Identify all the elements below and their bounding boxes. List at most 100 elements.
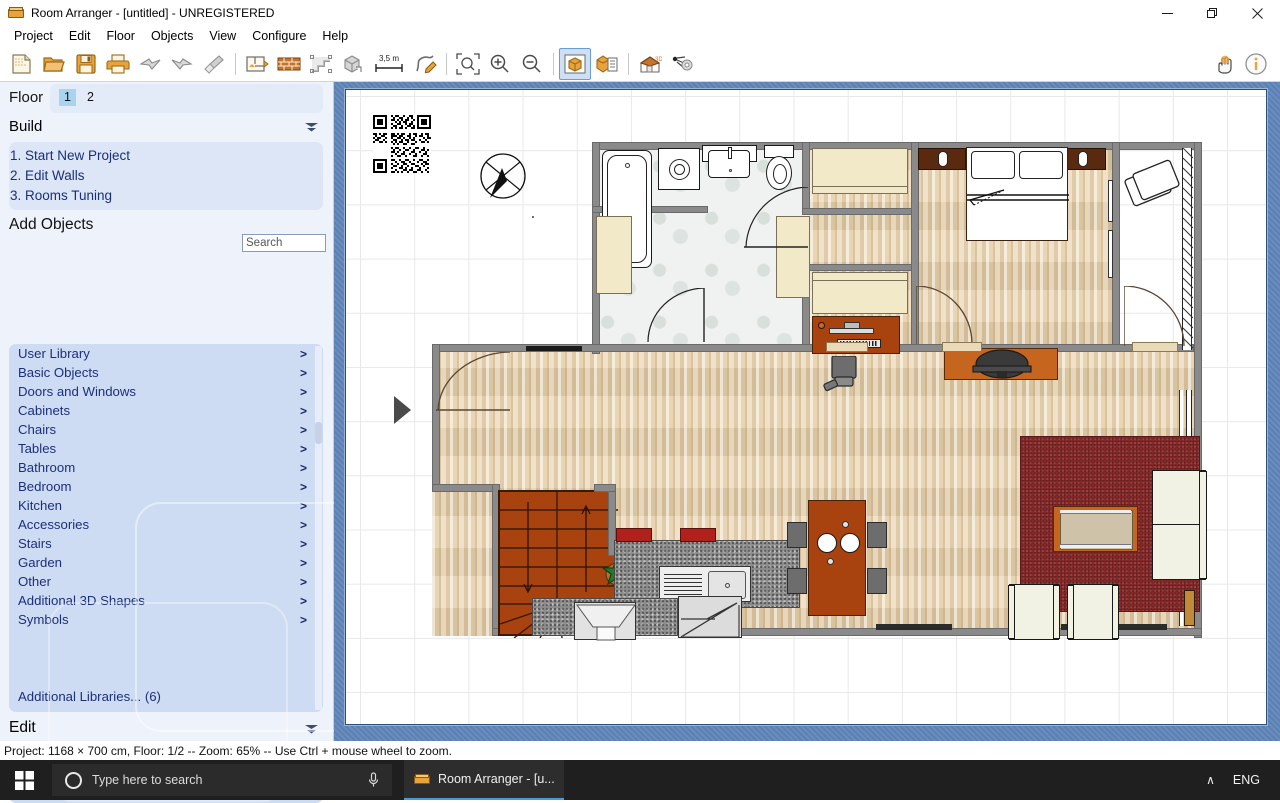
floorplan-canvas[interactable]	[345, 89, 1267, 725]
maximize-restore-button[interactable]	[1190, 0, 1235, 26]
menu-edit[interactable]: Edit	[61, 27, 99, 45]
print-icon[interactable]	[102, 48, 134, 80]
library-item-kitchen[interactable]: Kitchen >	[9, 496, 323, 515]
render-icon[interactable]	[666, 48, 698, 80]
additional-libraries-link[interactable]: Additional Libraries... (6)	[18, 689, 161, 704]
armchair-2[interactable]	[1067, 584, 1119, 640]
library-item-bedroom[interactable]: Bedroom >	[9, 477, 323, 496]
zoom-out-icon[interactable]	[516, 48, 548, 80]
menu-help[interactable]: Help	[314, 27, 356, 45]
wall-brick-icon[interactable]	[273, 48, 305, 80]
library-item-additional-3d-shapes[interactable]: Additional 3D Shapes >	[9, 591, 323, 610]
corner-shelf[interactable]	[1184, 590, 1195, 626]
library-item-bathroom[interactable]: Bathroom >	[9, 458, 323, 477]
library-item-garden[interactable]: Garden >	[9, 553, 323, 572]
new-project-icon[interactable]	[6, 48, 38, 80]
threshold-bedroom[interactable]	[942, 342, 982, 352]
build-link-edit-walls[interactable]: 2. Edit Walls	[10, 168, 85, 183]
floor-tab-1[interactable]: 1	[59, 89, 76, 106]
menu-configure[interactable]: Configure	[244, 27, 314, 45]
minimize-button[interactable]	[1145, 0, 1190, 26]
sofa-right[interactable]	[1152, 470, 1207, 580]
threshold-hall[interactable]	[826, 342, 868, 352]
object-3d-icon[interactable]	[337, 48, 369, 80]
wall-corridor-mid[interactable]	[802, 264, 918, 271]
nightstand-left[interactable]	[918, 148, 966, 170]
menu-project[interactable]: Project	[6, 27, 61, 45]
search-input[interactable]	[242, 234, 326, 252]
balcony-chairs[interactable]	[1124, 158, 1186, 212]
wall-left-step[interactable]	[432, 484, 498, 492]
dining-chair-2[interactable]	[787, 568, 807, 594]
windows-start-icon[interactable]	[0, 760, 48, 800]
tray-language-indicator[interactable]: ENG	[1233, 773, 1260, 787]
tray-expand-chevron-icon[interactable]: ∧	[1206, 773, 1215, 787]
office-chair[interactable]	[822, 356, 866, 398]
library-scrollbar-thumb[interactable]	[315, 422, 322, 444]
chevron-down-icon[interactable]	[305, 123, 318, 132]
window-bedroom-1[interactable]	[1108, 180, 1113, 222]
open-folder-icon[interactable]	[38, 48, 70, 80]
library-item-doors-and-windows[interactable]: Doors and Windows >	[9, 382, 323, 401]
tv-sideboard[interactable]	[944, 348, 1058, 380]
threshold-balcony[interactable]	[1132, 342, 1178, 352]
hall-wardrobe-bottom[interactable]	[812, 272, 908, 314]
wall-stair-top[interactable]	[594, 484, 616, 492]
view-list-icon[interactable]	[591, 48, 623, 80]
window-bedroom-2[interactable]	[1108, 230, 1113, 278]
library-item-stairs[interactable]: Stairs >	[9, 534, 323, 553]
washbasin[interactable]	[708, 147, 750, 178]
door-swing-balcony[interactable]	[1124, 286, 1186, 348]
dining-chair-1[interactable]	[787, 522, 807, 548]
view-3d-box-icon[interactable]	[559, 47, 591, 80]
library-item-chairs[interactable]: Chairs >	[9, 420, 323, 439]
pencil-draw-icon[interactable]	[409, 48, 441, 80]
taskbar-search-box[interactable]: Type here to search	[52, 764, 392, 796]
menu-floor[interactable]: Floor	[98, 27, 142, 45]
zoom-in-icon[interactable]	[484, 48, 516, 80]
taskbar-item-room-arranger[interactable]: Room Arranger - [u...	[404, 760, 564, 800]
build-link-rooms-tuning[interactable]: 3. Rooms Tuning	[10, 188, 112, 203]
house-3d-icon[interactable]: 3D	[634, 48, 666, 80]
info-icon[interactable]	[1240, 48, 1272, 80]
wall-corridor-top[interactable]	[802, 208, 918, 215]
hall-wardrobe-top[interactable]	[812, 148, 908, 194]
library-item-other[interactable]: Other >	[9, 572, 323, 591]
library-item-cabinets[interactable]: Cabinets >	[9, 401, 323, 420]
menu-view[interactable]: View	[201, 27, 244, 45]
redo-icon[interactable]	[166, 48, 198, 80]
wall-bedroom-right[interactable]	[1112, 142, 1120, 350]
chevron-down-icon[interactable]	[305, 725, 318, 734]
build-section-header[interactable]: Build	[0, 115, 334, 141]
library-item-tables[interactable]: Tables >	[9, 439, 323, 458]
menu-objects[interactable]: Objects	[143, 27, 201, 45]
dining-table[interactable]	[808, 500, 866, 616]
edit-section-header[interactable]: Edit	[0, 718, 334, 742]
hand-pan-icon[interactable]	[1208, 48, 1240, 80]
radiator-bottom-1[interactable]	[876, 624, 952, 630]
bathroom-cabinet-left[interactable]	[596, 216, 632, 294]
door-swing-bedroom[interactable]	[916, 286, 974, 346]
toilet-bowl[interactable]	[766, 156, 792, 190]
undo-icon[interactable]	[134, 48, 166, 80]
door-swing-bathroom-2[interactable]	[646, 288, 708, 344]
double-bed[interactable]	[966, 147, 1069, 241]
micro phone-icon[interactable]	[367, 772, 380, 793]
dishwasher[interactable]	[678, 596, 742, 638]
stairs-icon[interactable]	[305, 48, 337, 80]
format-brush-icon[interactable]	[198, 48, 230, 80]
build-link-start-new-project[interactable]: 1. Start New Project	[10, 148, 130, 163]
door-swing-bathroom-1[interactable]	[744, 187, 808, 249]
library-item-user-library[interactable]: User Library >	[9, 344, 323, 363]
library-item-basic-objects[interactable]: Basic Objects >	[9, 363, 323, 382]
washing-machine[interactable]	[658, 148, 700, 190]
library-item-symbols[interactable]: Symbols >	[9, 610, 323, 629]
measure-3-5m-icon[interactable]: 3,5 m	[369, 48, 409, 80]
cooker-hob[interactable]	[574, 602, 636, 641]
coffee-table[interactable]	[1053, 506, 1138, 552]
close-button[interactable]	[1235, 0, 1280, 26]
armchair-1[interactable]	[1008, 584, 1060, 640]
radiator-top-left[interactable]	[526, 346, 582, 351]
door-swing-entry[interactable]	[436, 352, 512, 414]
room-plan-icon[interactable]	[241, 48, 273, 80]
